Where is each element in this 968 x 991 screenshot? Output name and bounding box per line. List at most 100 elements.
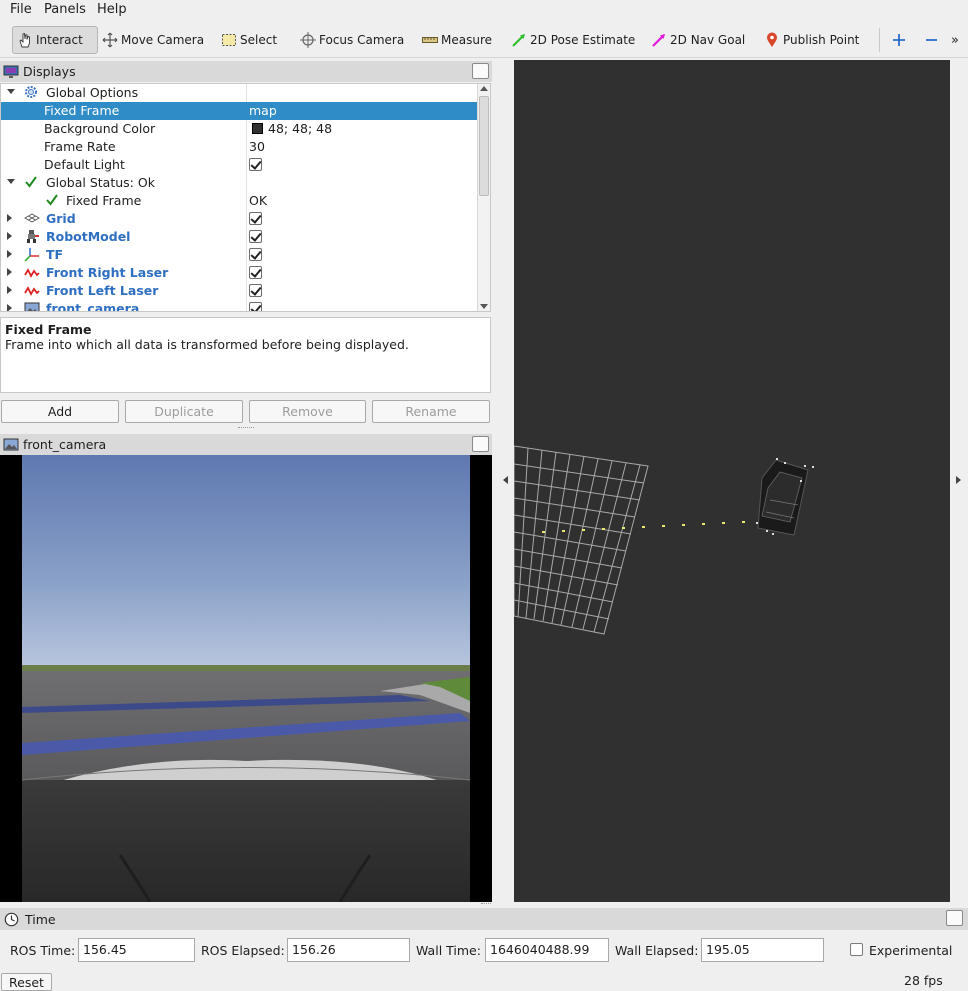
front-right-laser-checkbox[interactable] [249, 266, 262, 279]
background-color-value[interactable]: 48; 48; 48 [268, 121, 332, 136]
camera-float-button[interactable] [472, 436, 489, 452]
select-box-icon [221, 32, 237, 48]
time-float-button[interactable] [946, 910, 963, 926]
ros-time-label: ROS Time: [10, 943, 76, 958]
pose-estimate-label: 2D Pose Estimate [530, 33, 636, 47]
toolbar: Interact Move Camera Select Focus Camera… [0, 22, 968, 58]
expand-arrow-icon[interactable] [7, 250, 12, 258]
robot-model [756, 458, 814, 536]
interact-label: Interact [36, 33, 83, 47]
menu-file[interactable]: File [8, 2, 34, 17]
hand-icon [17, 32, 33, 48]
camera-panel-header: front_camera [0, 434, 492, 455]
clock-icon [4, 912, 19, 927]
description-title: Fixed Frame [5, 322, 92, 337]
expand-arrow-icon[interactable] [7, 89, 15, 94]
laser-scan-icon [24, 285, 40, 300]
splitter-handle[interactable] [481, 903, 491, 906]
tree-row-grid[interactable]: Grid [1, 210, 478, 228]
description-body: Frame into which all data is transformed… [5, 337, 409, 352]
scroll-up-icon[interactable] [480, 86, 488, 91]
tree-row-front-camera[interactable]: front_camera [1, 300, 478, 311]
tree-row-front-left-laser[interactable]: Front Left Laser [1, 282, 478, 300]
wall-time-field[interactable]: 1646040488.99 [485, 938, 609, 962]
duplicate-button[interactable]: Duplicate [125, 400, 243, 423]
expand-arrow-icon[interactable] [7, 214, 12, 222]
checkmark-icon [45, 193, 59, 210]
collapse-left-icon[interactable] [503, 476, 508, 484]
camera-image-view[interactable] [0, 455, 492, 902]
map-pin-icon [764, 32, 780, 48]
wall-elapsed-label: Wall Elapsed: [615, 943, 699, 958]
fps-readout: 28 fps [904, 973, 943, 988]
tree-row-front-right-laser[interactable]: Front Right Laser [1, 264, 478, 282]
pose-estimate-tool-button[interactable]: 2D Pose Estimate [511, 26, 635, 54]
displays-float-button[interactable] [472, 63, 489, 79]
robotmodel-checkbox[interactable] [249, 230, 262, 243]
3d-render-view[interactable] [514, 60, 950, 902]
nav-goal-tool-button[interactable]: 2D Nav Goal [651, 26, 745, 54]
ros-elapsed-field[interactable]: 156.26 [287, 938, 410, 962]
expand-arrow-icon[interactable] [7, 232, 12, 240]
tree-scrollbar[interactable] [477, 84, 490, 311]
tree-row-background-color[interactable]: Background Color 48; 48; 48 [1, 120, 478, 138]
time-panel-title: Time [25, 911, 56, 927]
expand-arrow-icon[interactable] [7, 179, 15, 184]
expand-arrow-icon[interactable] [7, 286, 12, 294]
scrollbar-thumb[interactable] [479, 96, 489, 196]
fixed-frame-value[interactable]: map [249, 103, 277, 118]
focus-camera-tool-button[interactable]: Focus Camera [300, 26, 404, 54]
front-camera-checkbox[interactable] [249, 302, 262, 311]
tree-row-frame-rate[interactable]: Frame Rate 30 [1, 138, 478, 156]
front-left-laser-checkbox[interactable] [249, 284, 262, 297]
color-swatch[interactable] [252, 123, 263, 134]
publish-point-tool-button[interactable]: Publish Point [764, 26, 859, 54]
collapse-right-icon[interactable] [956, 476, 961, 484]
expand-arrow-icon[interactable] [7, 268, 12, 276]
path-dots [542, 521, 745, 533]
scroll-down-icon[interactable] [480, 304, 488, 309]
menu-panels[interactable]: Panels [42, 2, 88, 17]
remove-tool-button[interactable] [924, 26, 943, 54]
tf-checkbox[interactable] [249, 248, 262, 261]
tree-row-robotmodel[interactable]: RobotModel [1, 228, 478, 246]
menu-bar: File Panels Help [0, 0, 968, 22]
menu-help[interactable]: Help [95, 2, 129, 17]
tree-row-default-light[interactable]: Default Light [1, 156, 478, 174]
tree-row-global-status[interactable]: Global Status: Ok [1, 174, 478, 192]
rename-button[interactable]: Rename [372, 400, 490, 423]
ros-elapsed-label: ROS Elapsed: [201, 943, 285, 958]
ros-time-field[interactable]: 156.45 [78, 938, 195, 962]
measure-label: Measure [441, 33, 492, 47]
add-tool-button[interactable] [891, 26, 910, 54]
tree-row-status-fixed-frame[interactable]: Fixed Frame OK [1, 192, 478, 210]
tree-row-tf[interactable]: TF [1, 246, 478, 264]
camera-image-icon [3, 438, 19, 451]
crosshair-icon [300, 32, 316, 48]
expand-arrow-icon[interactable] [7, 304, 12, 311]
property-description: Fixed Frame Frame into which all data is… [0, 317, 491, 393]
select-label: Select [240, 33, 278, 47]
tree-row-fixed-frame[interactable]: Fixed Frame map [1, 102, 478, 120]
green-arrow-icon [511, 32, 527, 48]
default-light-checkbox[interactable] [249, 158, 262, 171]
splitter-handle[interactable] [238, 427, 254, 430]
select-tool-button[interactable]: Select [221, 26, 277, 54]
camera-panel-title: front_camera [23, 437, 107, 452]
move-camera-label: Move Camera [121, 33, 205, 47]
interact-tool-button[interactable]: Interact [12, 26, 98, 54]
grid-checkbox[interactable] [249, 212, 262, 225]
wall-elapsed-field[interactable]: 195.05 [701, 938, 824, 962]
add-button[interactable]: Add [1, 400, 119, 423]
move-arrows-icon [102, 32, 118, 48]
focus-camera-label: Focus Camera [319, 33, 405, 47]
toolbar-overflow-icon[interactable]: » [951, 26, 959, 54]
experimental-checkbox[interactable] [850, 943, 863, 956]
measure-tool-button[interactable]: Measure [422, 26, 492, 54]
tree-row-global-options[interactable]: Global Options [1, 84, 478, 102]
move-camera-tool-button[interactable]: Move Camera [102, 26, 204, 54]
frame-rate-value[interactable]: 30 [249, 139, 265, 154]
remove-button[interactable]: Remove [249, 400, 366, 423]
magenta-arrow-icon [651, 32, 667, 48]
reset-button[interactable]: Reset [1, 973, 52, 991]
